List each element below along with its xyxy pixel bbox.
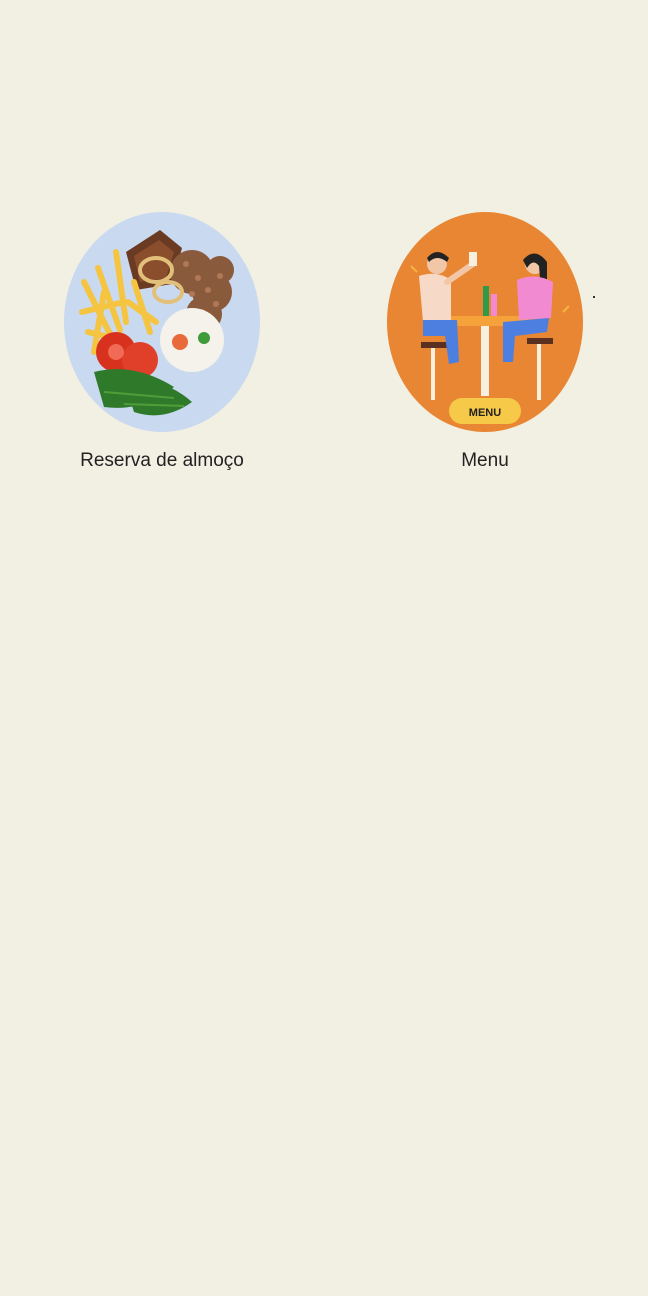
plate-food-icon[interactable] [64,212,260,432]
dot-artifact [593,296,595,298]
menu-badge-text: MENU [469,407,501,419]
lunch-reservation-label: Reserva de almoço [80,450,244,471]
menu-tile[interactable]: MENU Menu [365,212,605,472]
lunch-reservation-tile[interactable]: Reserva de almoço [42,212,282,472]
couple-dining-menu-icon[interactable]: MENU [387,212,583,432]
menu-label: Menu [461,450,509,471]
